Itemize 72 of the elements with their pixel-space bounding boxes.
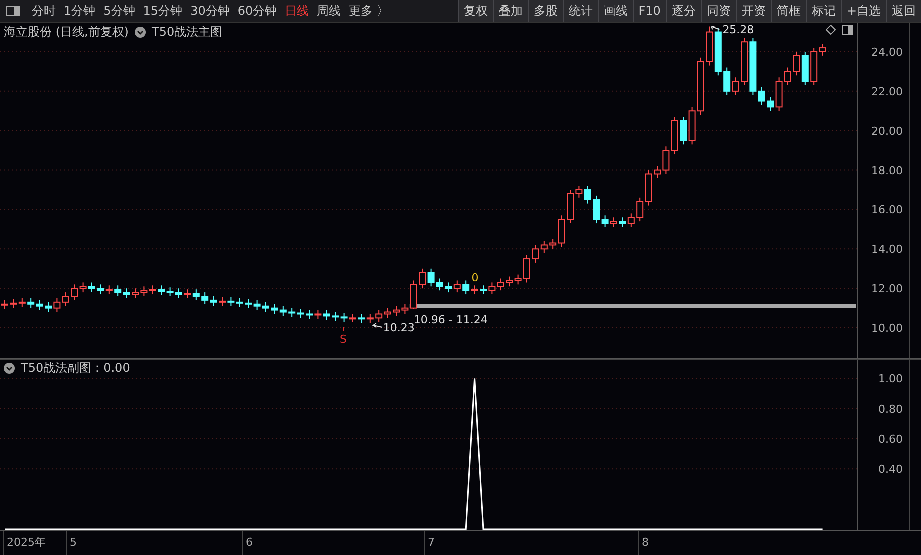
toolbar-button[interactable]: 逐分 — [666, 0, 701, 22]
period-tab[interactable]: 15分钟 — [139, 0, 187, 22]
candlestick — [306, 310, 313, 320]
period-tab[interactable]: 5分钟 — [100, 0, 140, 22]
indicator-title: T50战法副图：0.00 — [21, 360, 130, 377]
value-axis-label: 0.60 — [878, 432, 903, 446]
candlestick — [567, 190, 574, 224]
toolbar-button[interactable]: 复权 — [458, 0, 493, 22]
stock-title: 海立股份 (日线,前复权) — [4, 24, 129, 41]
date-axis-label: 8 — [638, 531, 919, 555]
pointer-arrow-icon — [711, 26, 720, 30]
high-price-label: 25.28 — [722, 24, 754, 37]
candlestick — [784, 67, 792, 86]
toolbar-button[interactable]: 开资 — [736, 0, 771, 22]
period-tab[interactable]: 日线 — [281, 0, 314, 22]
more-menu[interactable]: 更多 〉 — [345, 0, 393, 22]
period-tab[interactable]: 分时 — [28, 0, 60, 22]
toolbar-button[interactable]: +自选 — [840, 0, 886, 22]
candlestick — [524, 254, 530, 284]
toolbar-button[interactable]: 画线 — [598, 0, 633, 22]
price-axis-label: 22.00 — [872, 85, 903, 98]
dropdown-icon[interactable] — [4, 363, 15, 374]
price-axis-label: 12.00 — [872, 282, 903, 296]
dropdown-icon[interactable] — [135, 27, 146, 38]
date-axis-label: 2025年 — [3, 531, 66, 555]
toolbar-button[interactable]: F10 — [632, 0, 666, 22]
candlestick — [480, 285, 487, 296]
price-axis-label: 10.00 — [872, 322, 903, 336]
candlestick — [654, 166, 661, 179]
candlestick — [436, 278, 444, 292]
toolbar-button[interactable]: 简框 — [770, 0, 806, 22]
price-axis-label: 16.00 — [872, 204, 903, 217]
period-tab[interactable]: 60分钟 — [234, 0, 282, 22]
panel-toggle-icon[interactable] — [842, 25, 853, 35]
buy-marker: S — [340, 333, 347, 346]
period-tab[interactable]: 30分钟 — [186, 0, 234, 22]
range-label: 10.96 - 11.24 — [414, 313, 488, 326]
date-axis-label: 7 — [424, 531, 638, 555]
price-axis-label: 14.00 — [872, 243, 903, 256]
price-axis-label: 20.00 — [872, 124, 903, 138]
candlestick — [262, 302, 270, 313]
period-tab[interactable]: 周线 — [313, 0, 346, 22]
date-axis-label: 5 — [66, 531, 242, 555]
value-axis-label: 0.40 — [878, 463, 903, 476]
value-axis-label: 1.00 — [878, 372, 903, 386]
candlestick — [45, 302, 52, 313]
period-tab[interactable]: 1分钟 — [60, 0, 100, 22]
candlestick — [741, 38, 748, 86]
price-axis-label: 24.00 — [872, 46, 903, 59]
candlestick — [610, 217, 618, 228]
price-axis-label: 18.00 — [872, 164, 903, 178]
candlestick — [132, 288, 139, 299]
candlestick — [219, 296, 226, 307]
toolbar-button[interactable]: 返回 — [886, 0, 921, 22]
toolbar-button[interactable]: 同资 — [700, 0, 736, 22]
pointer-arrow-icon — [372, 323, 383, 328]
indicator-name: T50战法主图 — [152, 24, 223, 41]
toolbar-button[interactable]: 标记 — [806, 0, 841, 22]
panel-toggle-icon[interactable] — [6, 6, 20, 16]
candlestick — [698, 57, 704, 116]
candlestick — [176, 288, 182, 299]
toolbar-button[interactable]: 统计 — [562, 0, 598, 22]
toolbar-button[interactable]: 多股 — [528, 0, 563, 22]
candlestick — [393, 306, 400, 317]
candlestick — [350, 314, 356, 323]
signal-marker: 0 — [472, 272, 479, 285]
value-axis-label: 0.80 — [878, 402, 903, 416]
candlestick — [88, 282, 96, 294]
diamond-icon[interactable] — [826, 25, 836, 35]
toolbar-button[interactable]: 叠加 — [492, 0, 528, 22]
date-axis-label: 6 — [242, 531, 424, 555]
low-price-label: 10.23 — [383, 322, 415, 334]
